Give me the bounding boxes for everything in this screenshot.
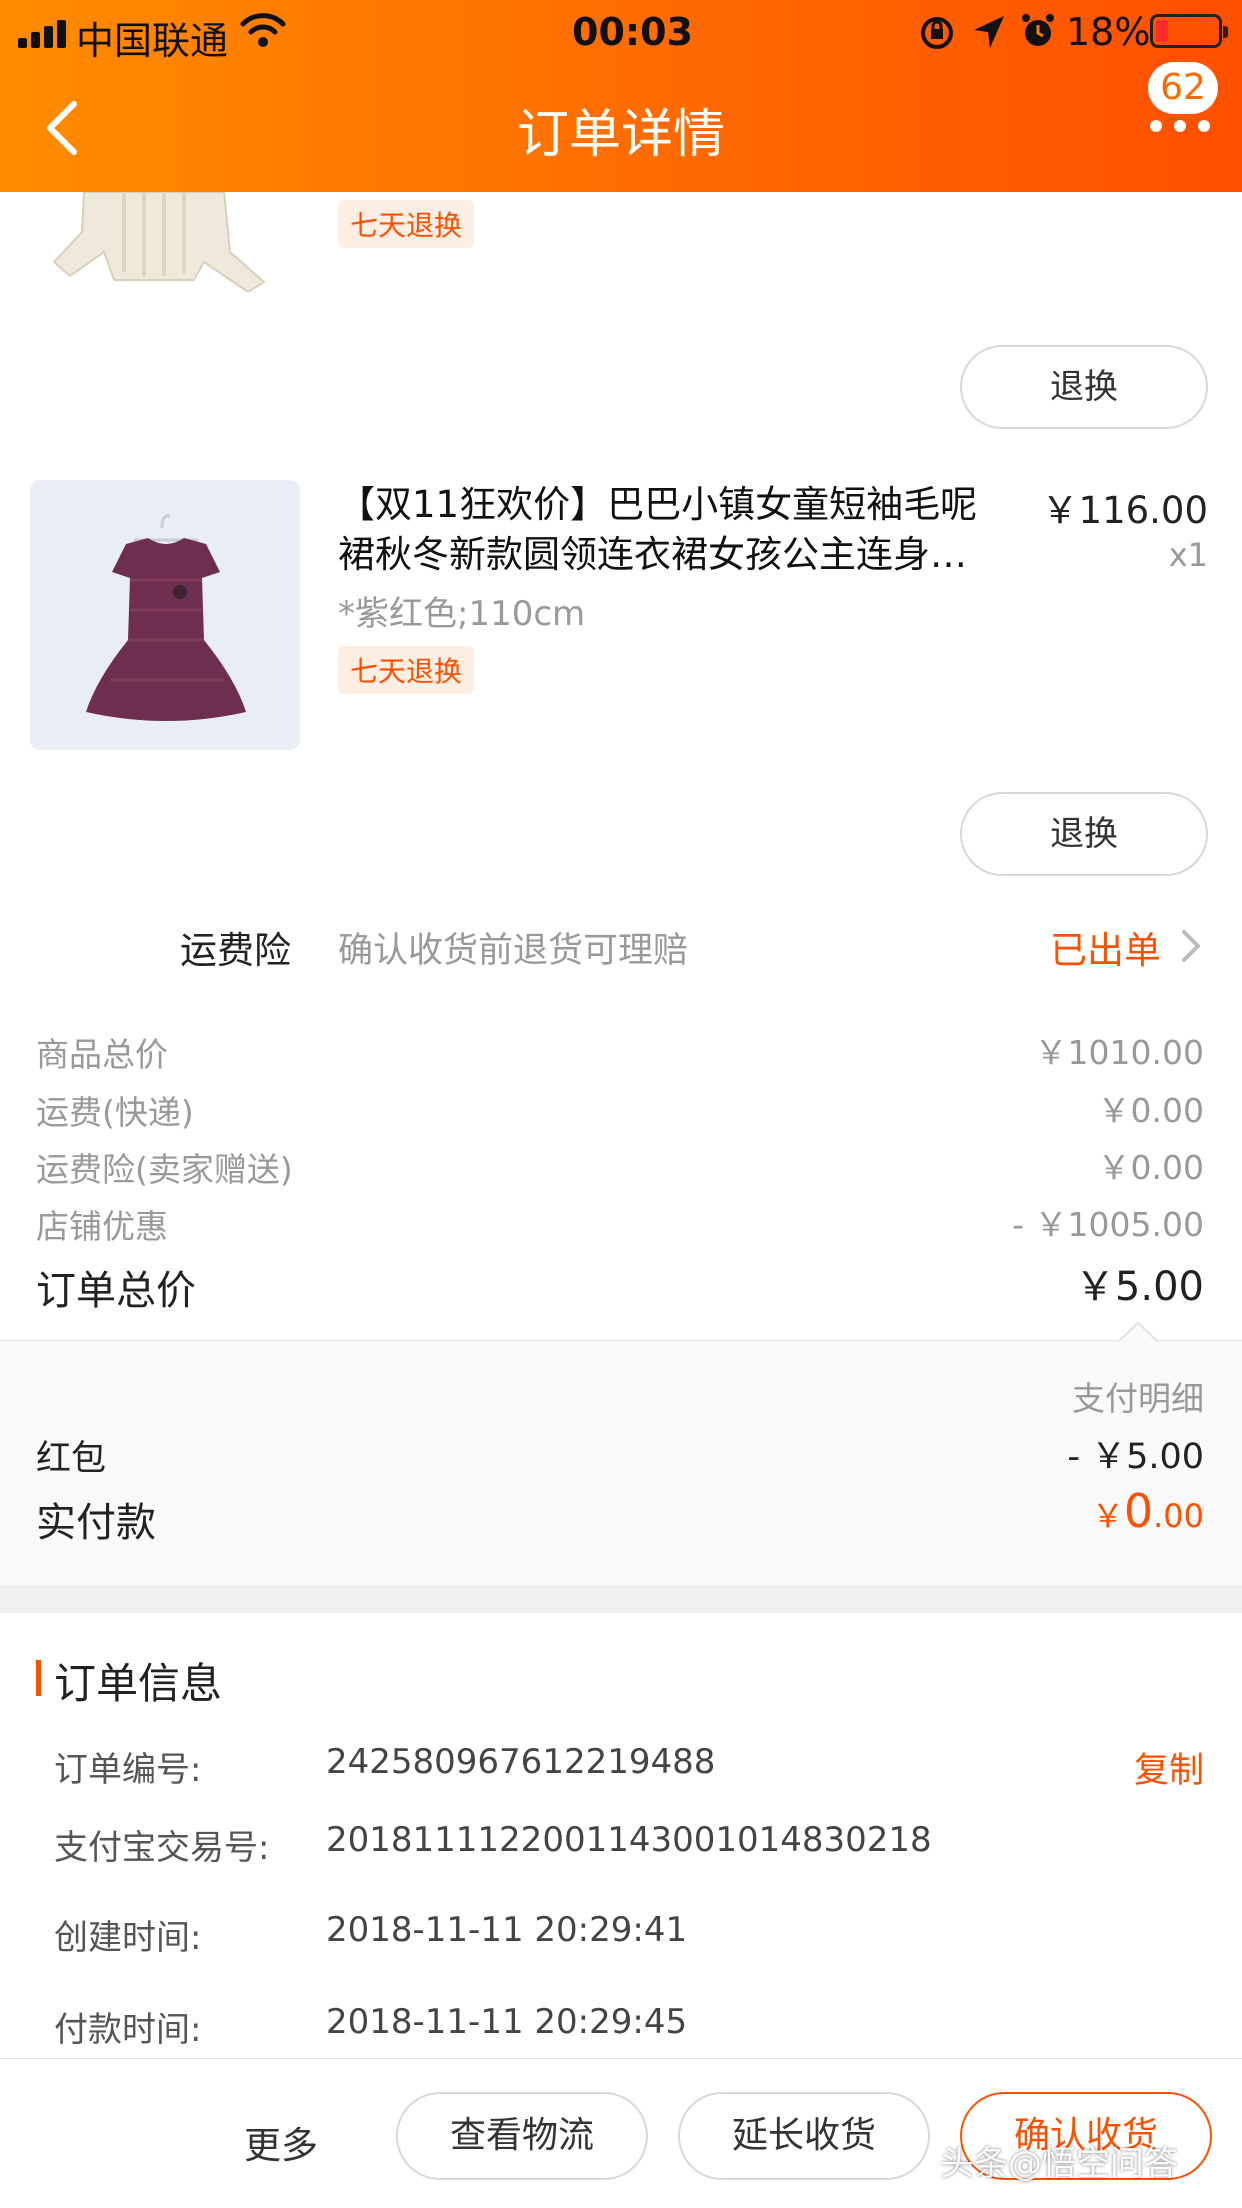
red-packet-label: 红包 (36, 1439, 107, 1479)
return-exchange-button[interactable]: 退换 (960, 345, 1208, 429)
seven-day-return-tag: 七天退换 (338, 646, 475, 694)
more-options-icon[interactable] (1150, 120, 1210, 134)
shipping-insurance-status[interactable]: 已出单 (1050, 920, 1161, 974)
orientation-lock-icon (921, 17, 953, 49)
price-row-label: 商品总价 (36, 1035, 168, 1074)
paid-amount-value: ￥0.00 (1092, 1484, 1204, 1538)
price-row-label: 店铺优惠 (36, 1207, 168, 1246)
order-total-label: 订单总价 (36, 1268, 196, 1314)
payment-detail-label: 支付明细 (1072, 1379, 1204, 1418)
paid-amount-label: 实付款 (36, 1500, 156, 1546)
status-time: 00:03 (572, 10, 693, 54)
order-number-value: 242580967612219488 (326, 1742, 716, 1782)
shipping-insurance-label: 运费险 (180, 929, 291, 972)
paid-integer: 0 (1123, 1484, 1154, 1538)
created-time-value: 2018-11-11 20:29:41 (326, 1910, 688, 1950)
extend-receipt-button[interactable]: 延长收货 (678, 2092, 930, 2180)
product-title-line1: 【双11狂欢价】巴巴小镇女童短袖毛呢 (338, 483, 978, 526)
view-logistics-button[interactable]: 查看物流 (396, 2092, 648, 2180)
created-time-label: 创建时间: (54, 1918, 202, 1958)
section-divider (0, 1585, 1242, 1613)
wifi-icon (240, 13, 286, 47)
red-packet-value: - ￥5.00 (1067, 1437, 1204, 1477)
copy-order-number-button[interactable]: 复制 (1134, 1742, 1204, 1793)
paid-decimal: .00 (1153, 1497, 1204, 1535)
dress-product-image[interactable] (30, 480, 300, 750)
paid-time-value: 2018-11-11 20:29:45 (326, 2002, 688, 2042)
price-row-label: 运费(快递) (36, 1093, 194, 1132)
location-arrow-icon (974, 16, 1004, 48)
seven-day-return-tag: 七天退换 (338, 200, 475, 248)
product-variant: *紫红色;110cm (338, 594, 586, 634)
watermark: 头条@悟空问答 (940, 2144, 1178, 2184)
signal-strength-icon (18, 18, 68, 48)
order-info-title: 订单信息 (54, 1659, 223, 1708)
page-title: 订单详情 (516, 105, 725, 165)
battery-percentage: 18% (1066, 10, 1151, 54)
return-exchange-button[interactable]: 退换 (960, 792, 1208, 876)
order-number-label: 订单编号: (54, 1750, 202, 1790)
alarm-icon (1022, 14, 1054, 46)
payment-detail-panel (0, 1340, 1242, 1585)
message-count-badge[interactable]: 62 (1148, 62, 1218, 114)
price-row-value: ￥0.00 (1097, 1148, 1204, 1187)
product-title-line2: 裙秋冬新款圆领连衣裙女孩公主连身… (338, 533, 967, 576)
paid-currency: ￥ (1091, 1497, 1124, 1535)
more-button[interactable]: 更多 (244, 2115, 318, 2169)
caret-up-icon (1118, 1322, 1158, 1342)
alipay-trade-label: 支付宝交易号: (54, 1828, 270, 1868)
chevron-right-icon[interactable] (1180, 928, 1202, 964)
price-row-value: - ￥1005.00 (1012, 1205, 1204, 1244)
price-row-value: ￥1010.00 (1034, 1033, 1204, 1072)
shipping-insurance-description: 确认收货前退货可理赔 (338, 931, 689, 971)
product-price: ￥116.00 (1041, 489, 1208, 532)
price-row-label: 运费险(卖家赠送) (36, 1150, 293, 1189)
alipay-trade-value: 2018111122001143001014830218 (326, 1820, 932, 1860)
product-title[interactable]: 【双11狂欢价】巴巴小镇女童短袖毛呢 裙秋冬新款圆领连衣裙女孩公主连身… (338, 480, 1018, 580)
sweater-product-image[interactable] (34, 192, 274, 292)
order-total-value: ￥5.00 (1074, 1264, 1204, 1310)
battery-icon (1150, 14, 1228, 48)
paid-time-label: 付款时间: (54, 2010, 202, 2050)
section-accent-bar (36, 1660, 41, 1696)
product-quantity: x1 (1168, 536, 1208, 574)
price-row-value: ￥0.00 (1097, 1091, 1204, 1130)
carrier-name: 中国联通 (76, 19, 229, 63)
